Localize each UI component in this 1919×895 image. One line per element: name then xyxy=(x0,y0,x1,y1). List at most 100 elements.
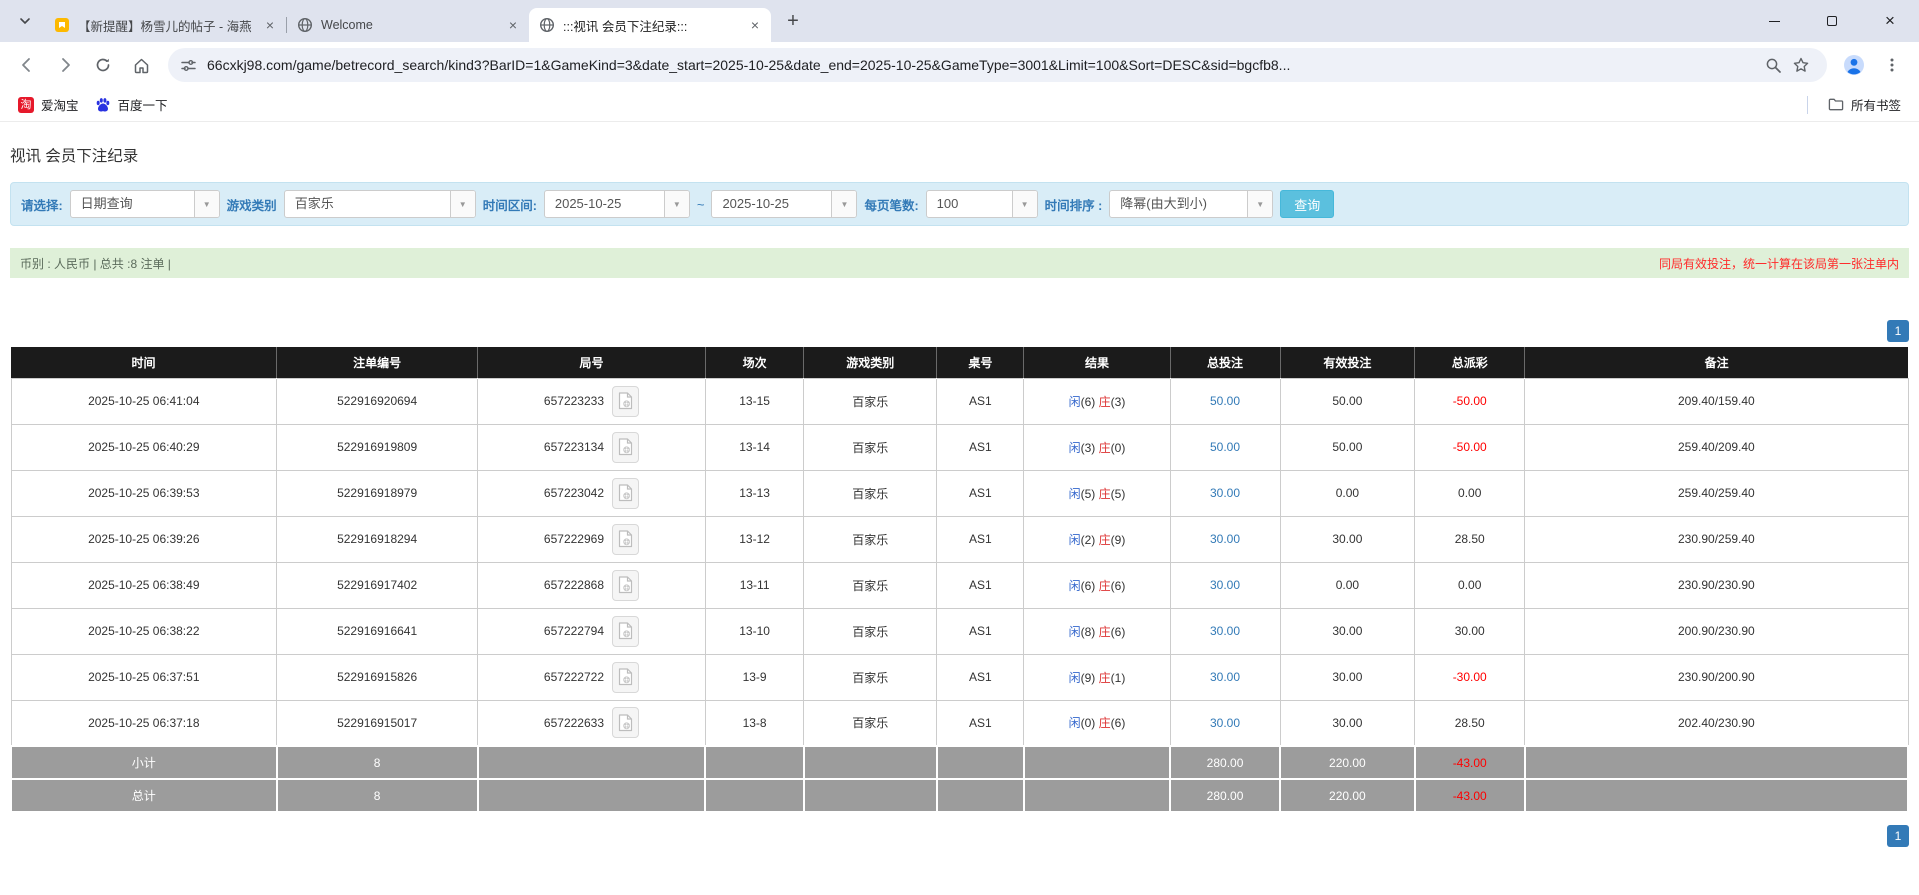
video-file-icon xyxy=(618,576,633,594)
video-replay-button[interactable] xyxy=(612,662,639,693)
back-button[interactable] xyxy=(10,48,44,82)
chevron-down-icon: ▼ xyxy=(450,191,475,217)
close-icon[interactable]: × xyxy=(505,17,521,33)
result-player-num: (8) xyxy=(1081,625,1096,639)
cell-game-type: 百家乐 xyxy=(804,608,937,654)
cell-round-id: 657222633 xyxy=(478,700,706,746)
cell-remark: 200.90/230.90 xyxy=(1525,608,1908,654)
total-bet-link[interactable]: 30.00 xyxy=(1210,486,1240,500)
result-player-num: (6) xyxy=(1081,395,1096,409)
page-1-button[interactable]: 1 xyxy=(1887,320,1909,342)
result-banker-num: (6) xyxy=(1111,625,1126,639)
total-bet-link[interactable]: 30.00 xyxy=(1210,716,1240,730)
home-button[interactable] xyxy=(124,48,158,82)
result-banker: 庄 xyxy=(1099,625,1111,639)
sort-value: 降幂(由大到小) xyxy=(1110,191,1247,217)
maximize-button[interactable] xyxy=(1803,0,1861,42)
result-banker-num: (0) xyxy=(1111,441,1126,455)
search-button[interactable]: 查询 xyxy=(1280,190,1334,218)
cell-session: 13-13 xyxy=(705,470,804,516)
result-banker: 庄 xyxy=(1099,395,1111,409)
cell-game-type: 百家乐 xyxy=(804,562,937,608)
page-1-button[interactable]: 1 xyxy=(1887,825,1909,847)
site-info-icon[interactable] xyxy=(180,57,197,74)
close-window-button[interactable]: × xyxy=(1861,0,1919,42)
cell-total-bet: 30.00 xyxy=(1170,516,1280,562)
column-header: 游戏类别 xyxy=(804,347,937,378)
bookmarks-divider xyxy=(1807,96,1808,114)
column-header: 有效投注 xyxy=(1280,347,1415,378)
tab-forum-thread[interactable]: 【新提醒】杨雪儿的帖子 - 海燕 × xyxy=(44,8,286,42)
footer-label: 小计 xyxy=(11,746,277,779)
total-bet-link[interactable]: 30.00 xyxy=(1210,670,1240,684)
video-replay-button[interactable] xyxy=(612,570,639,601)
cell-bet-id: 522916915017 xyxy=(277,700,478,746)
select-label: 请选择: xyxy=(21,195,63,214)
bookmark-baidu[interactable]: 百度一下 xyxy=(87,92,176,118)
url-bar[interactable]: 66cxkj98.com/game/betrecord_search/kind3… xyxy=(168,48,1827,82)
tab-title: :::视讯 会员下注纪录::: xyxy=(563,16,741,35)
page-content: 视讯 会员下注纪录 请选择: 日期查询 ▼ 游戏类别 百家乐 ▼ 时间区间: 2… xyxy=(0,122,1919,847)
cell-total-bet: 30.00 xyxy=(1170,700,1280,746)
tab-search-button[interactable] xyxy=(8,4,42,38)
table-header-row: 时间注单编号局号场次游戏类别桌号结果总投注有效投注总派彩备注 xyxy=(11,347,1908,378)
all-bookmarks-button[interactable]: 所有书签 xyxy=(1820,92,1909,118)
total-bet-link[interactable]: 30.00 xyxy=(1210,578,1240,592)
forward-button[interactable] xyxy=(48,48,82,82)
cell-valid-bet: 30.00 xyxy=(1280,700,1415,746)
video-file-icon xyxy=(618,714,633,732)
summary-bar: 币别 : 人民币 | 总共 :8 注单 | 同局有效投注，统一计算在该局第一张注… xyxy=(10,248,1909,278)
minimize-button[interactable] xyxy=(1745,0,1803,42)
page-size-select[interactable]: 100 ▼ xyxy=(926,190,1038,218)
date-start-select[interactable]: 2025-10-25 ▼ xyxy=(544,190,690,218)
sort-select[interactable]: 降幂(由大到小) ▼ xyxy=(1109,190,1273,218)
baidu-paw-icon xyxy=(95,97,111,113)
cell-table-no: AS1 xyxy=(937,654,1024,700)
video-replay-button[interactable] xyxy=(612,524,639,555)
cell-remark: 259.40/259.40 xyxy=(1525,470,1908,516)
game-type-select[interactable]: 百家乐 ▼ xyxy=(284,190,476,218)
cell-time: 2025-10-25 06:38:49 xyxy=(11,562,277,608)
reload-button[interactable] xyxy=(86,48,120,82)
back-arrow-icon xyxy=(18,56,36,74)
video-replay-button[interactable] xyxy=(612,386,639,417)
tab-title: 【新提醒】杨雪儿的帖子 - 海燕 xyxy=(78,16,256,35)
date-end-select[interactable]: 2025-10-25 ▼ xyxy=(711,190,857,218)
tab-bet-records[interactable]: :::视讯 会员下注纪录::: × xyxy=(529,8,771,42)
cell-round-id: 657222794 xyxy=(478,608,706,654)
url-text[interactable]: 66cxkj98.com/game/betrecord_search/kind3… xyxy=(207,57,1759,73)
new-tab-button[interactable]: + xyxy=(779,7,807,35)
video-replay-button[interactable] xyxy=(612,616,639,647)
chevron-down-icon: ▼ xyxy=(1012,191,1037,217)
total-bet-link[interactable]: 30.00 xyxy=(1210,532,1240,546)
yellow-page-icon xyxy=(54,17,70,33)
result-player-num: (2) xyxy=(1081,533,1096,547)
video-replay-button[interactable] xyxy=(612,707,639,738)
cell-round-id: 657223134 xyxy=(478,424,706,470)
round-id-text: 657222633 xyxy=(544,716,604,730)
cell-game-type: 百家乐 xyxy=(804,470,937,516)
profile-avatar[interactable] xyxy=(1837,48,1871,82)
cell-result: 闲(9) 庄(1) xyxy=(1024,654,1170,700)
close-icon[interactable]: × xyxy=(262,17,278,33)
video-file-icon xyxy=(618,392,633,410)
page-size-value: 100 xyxy=(927,191,1012,217)
cell-round-id: 657222969 xyxy=(478,516,706,562)
video-replay-button[interactable] xyxy=(612,478,639,509)
round-id-text: 657223233 xyxy=(544,394,604,408)
close-icon[interactable]: × xyxy=(747,17,763,33)
total-bet-link[interactable]: 50.00 xyxy=(1210,394,1240,408)
tab-welcome[interactable]: Welcome × xyxy=(287,8,529,42)
result-player-num: (5) xyxy=(1081,487,1096,501)
cell-time: 2025-10-25 06:41:04 xyxy=(11,378,277,424)
video-replay-button[interactable] xyxy=(612,432,639,463)
bookmark-taobao[interactable]: 淘 爱淘宝 xyxy=(10,92,87,118)
browser-menu-button[interactable] xyxy=(1875,48,1909,82)
total-bet-link[interactable]: 50.00 xyxy=(1210,440,1240,454)
page-size-label: 每页笔数: xyxy=(864,195,918,214)
query-type-select[interactable]: 日期查询 ▼ xyxy=(70,190,220,218)
total-bet-link[interactable]: 30.00 xyxy=(1210,624,1240,638)
cell-bet-id: 522916919809 xyxy=(277,424,478,470)
bookmark-star-icon[interactable] xyxy=(1787,51,1815,79)
zoom-icon[interactable] xyxy=(1759,51,1787,79)
